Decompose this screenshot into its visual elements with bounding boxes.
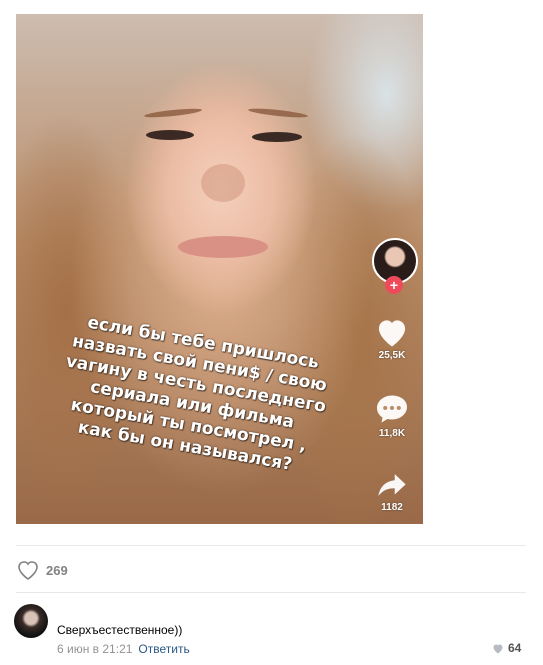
reply-link[interactable]: Ответить [138,642,189,656]
tiktok-like-count: 25,5K [378,350,406,361]
face-left-eye [146,130,194,140]
face-right-brow [247,106,309,120]
comment-date[interactable]: 6 июн в 21:21 [57,642,132,656]
divider [16,592,526,593]
divider [16,545,526,546]
comment-text: Сверхъестественное)) [57,623,183,637]
heart-icon [378,320,406,347]
comment-meta: 6 июн в 21:21 Ответить [57,642,190,656]
face-lips [178,236,268,258]
tiktok-comment-count: 11,8K [378,428,406,439]
plus-icon[interactable]: + [385,276,403,294]
speech-bubble-icon [377,395,407,423]
comment-like-count: 64 [508,641,522,655]
face-left-brow [143,106,203,120]
post-like-count: 269 [46,562,68,578]
share-arrow-icon [378,474,406,496]
face-nose [201,164,245,202]
tiktok-share-button[interactable]: 1182 [368,470,416,513]
comment-like-button[interactable]: 64 [492,641,521,655]
post-like-button[interactable]: 269 [16,558,68,582]
tiktok-comment-button[interactable]: 11,8K [368,392,416,439]
tiktok-share-count: 1182 [381,502,403,513]
tiktok-like-button[interactable]: 25,5K [368,316,416,361]
comment-avatar[interactable] [14,604,48,638]
heart-icon [493,644,503,653]
overlay-caption: если бы тебе пришлось назвать свой пени$… [35,307,352,483]
face-right-eye [252,132,302,142]
post-image[interactable]: если бы тебе пришлось назвать свой пени$… [16,14,423,524]
heart-outline-icon [18,561,38,580]
